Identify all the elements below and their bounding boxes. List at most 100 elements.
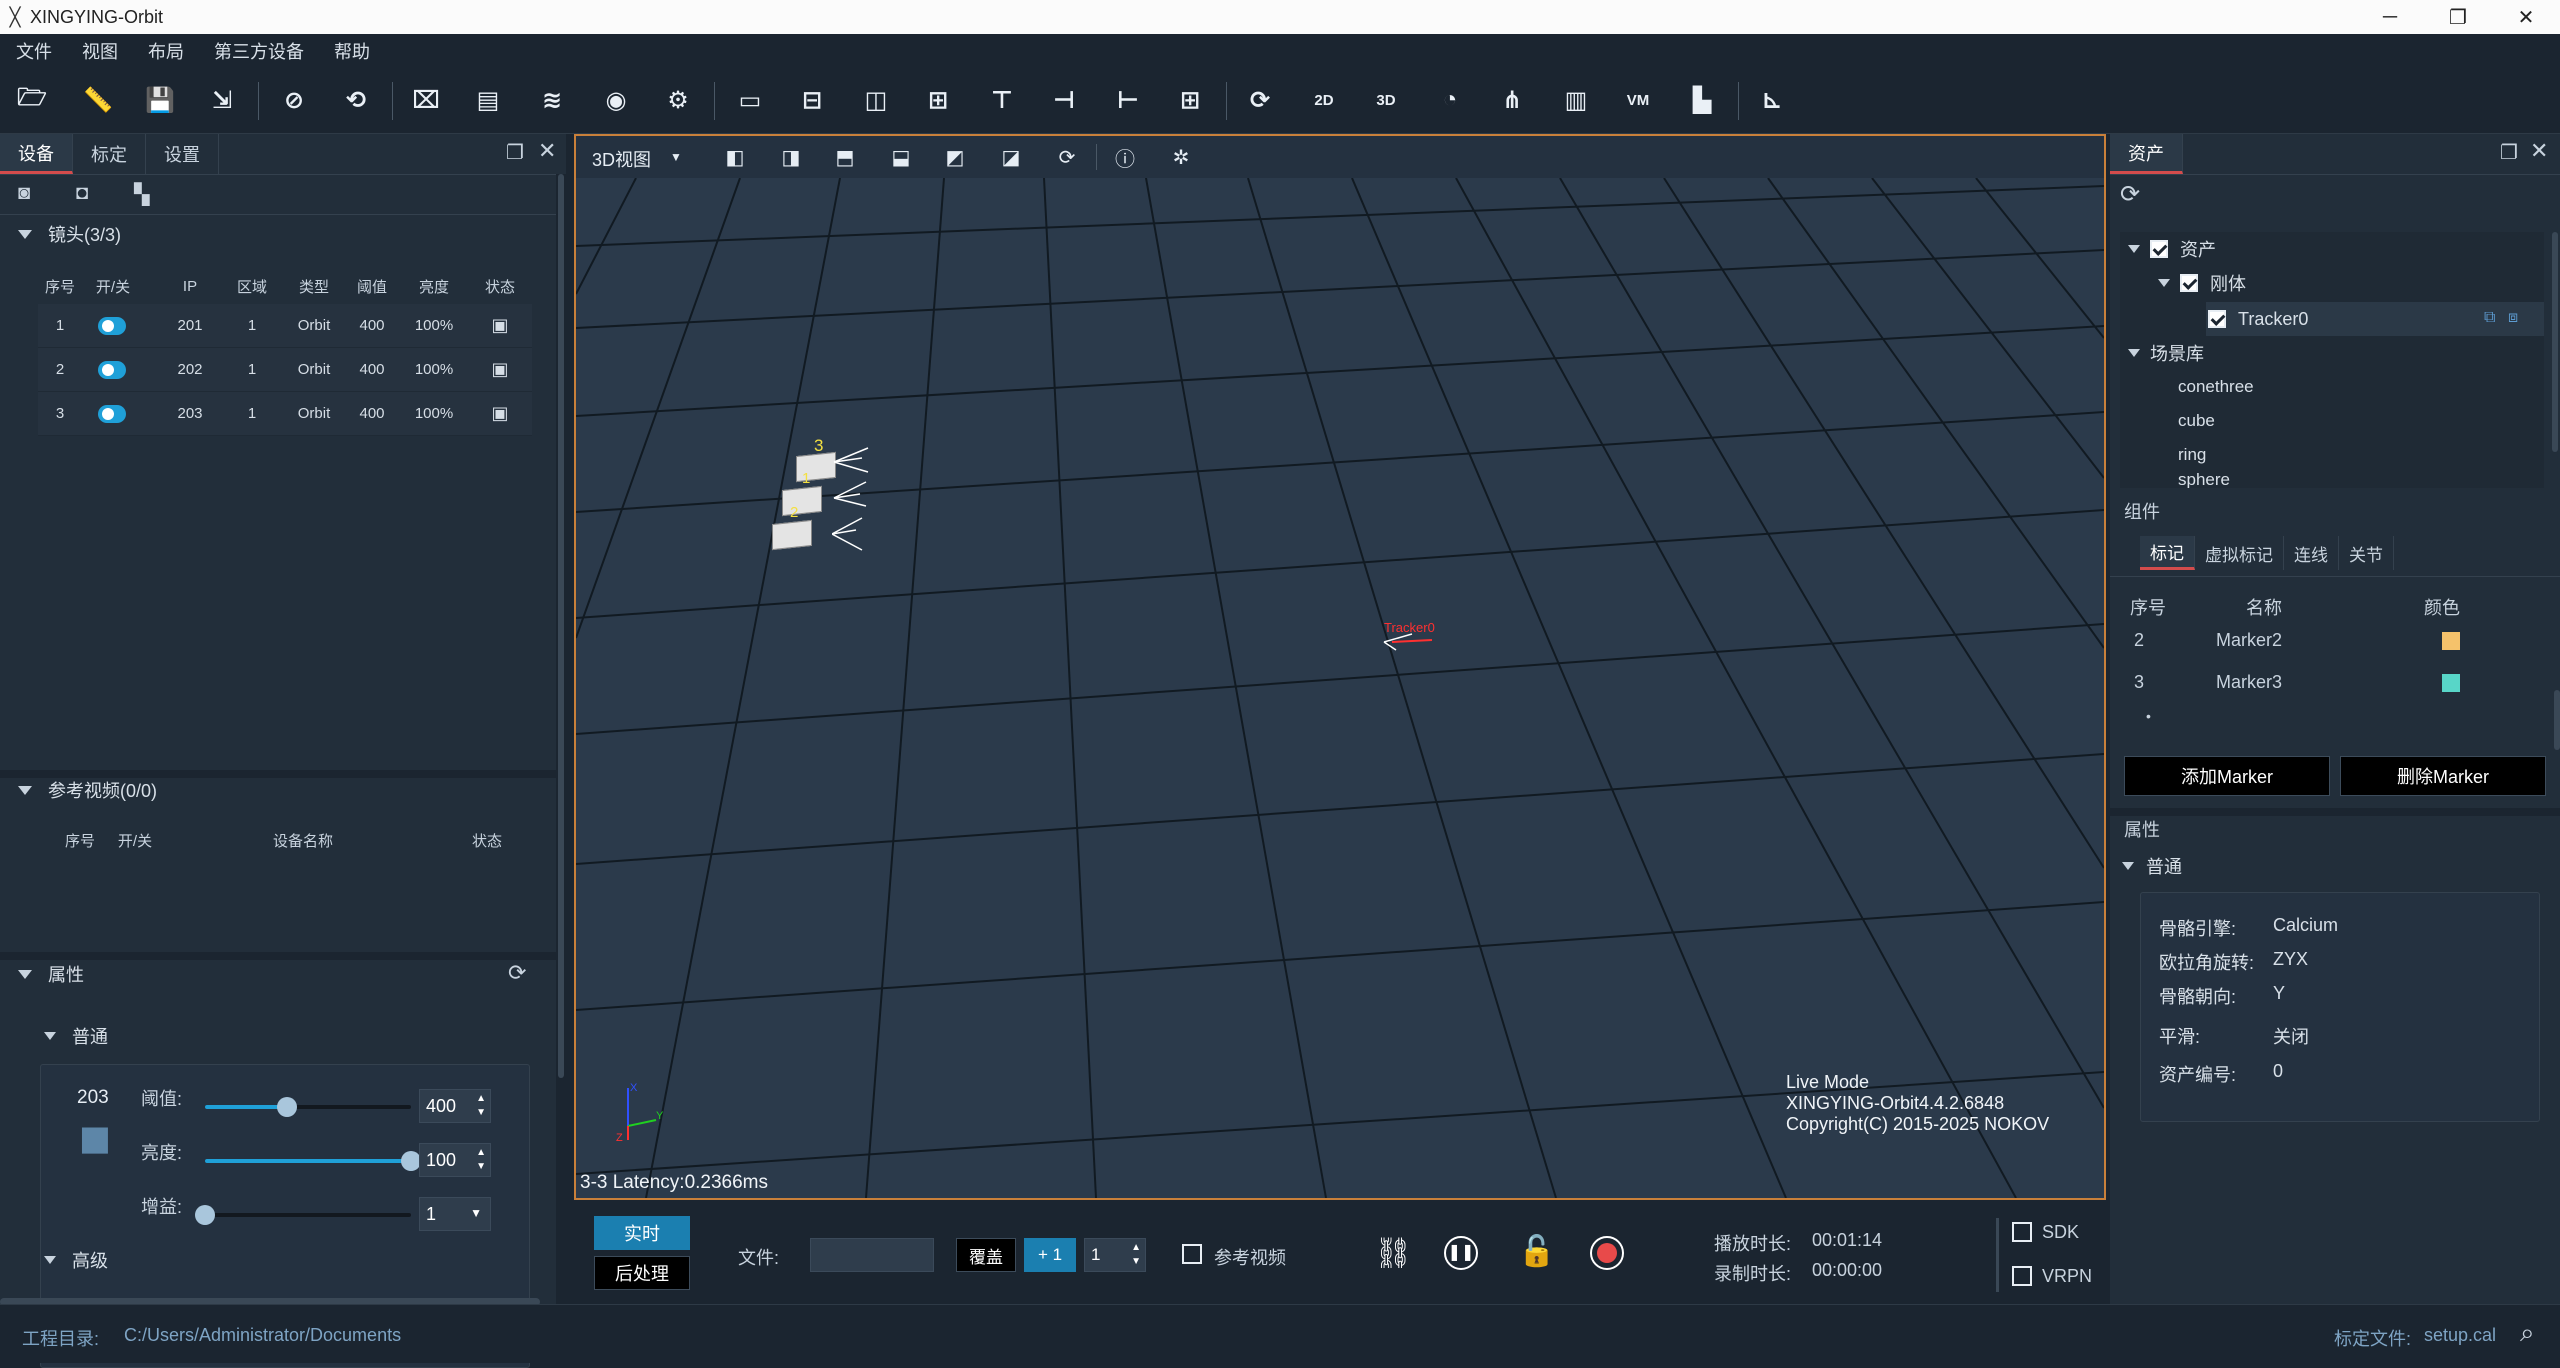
minimize-button[interactable]: ─ <box>2356 0 2424 34</box>
advanced-section-header[interactable]: 高级 <box>26 1242 108 1278</box>
graph-icon[interactable]: ⋔ <box>1494 82 1530 118</box>
tree-node-scene-item[interactable]: sphere <box>2178 470 2230 488</box>
save-icon[interactable]: 💾 <box>142 82 178 118</box>
close-button[interactable]: ✕ <box>2492 0 2560 34</box>
menu-file[interactable]: 文件 <box>16 38 52 64</box>
view-back-icon[interactable]: ◨ <box>776 144 806 170</box>
rigid-checkbox[interactable] <box>2180 274 2198 292</box>
layout-split-v-icon[interactable]: ◫ <box>858 82 894 118</box>
overwrite-button[interactable]: 覆盖 <box>956 1238 1016 1272</box>
chevron-down-icon[interactable]: ▼ <box>470 1206 482 1220</box>
tab-calibration[interactable]: 标定 <box>73 134 146 174</box>
marker-row[interactable]: 2 Marker2 <box>2120 620 2550 660</box>
general-section-header[interactable]: 普通 <box>2112 848 2182 884</box>
tab-assets[interactable]: 资产 <box>2110 134 2183 174</box>
tree-node-rigid[interactable]: 刚体 <box>2150 266 2246 300</box>
record-icon[interactable] <box>1590 1236 1624 1270</box>
step-spinbox[interactable]: 1 ▲ ▼ <box>1084 1238 1146 1272</box>
layout-grid-d-icon[interactable]: ⊢ <box>1110 82 1146 118</box>
brightness-slider[interactable] <box>205 1151 421 1171</box>
threshold-spinbox[interactable]: 400 ▲ ▼ <box>419 1089 491 1123</box>
layers-icon[interactable]: ≋ <box>534 82 570 118</box>
tree-node-assets[interactable]: 资产 <box>2120 232 2216 266</box>
prop-value[interactable]: 0 <box>2273 1061 2283 1082</box>
effects-icon[interactable]: ✲ <box>1166 144 1196 170</box>
scene-camera-2[interactable] <box>772 519 812 551</box>
float-panel-icon[interactable]: ❐ <box>506 140 524 165</box>
assets-checkbox[interactable] <box>2150 240 2168 258</box>
pause-icon[interactable]: ❚❚ <box>1444 1236 1478 1270</box>
slider-knob[interactable] <box>401 1151 421 1171</box>
realtime-button[interactable]: 实时 <box>594 1216 690 1250</box>
marker-scrollbar[interactable] <box>2554 690 2560 750</box>
view-2d-icon[interactable]: 2D <box>1306 82 1342 118</box>
tree-node-scene-item[interactable]: cube <box>2178 404 2215 438</box>
layout-grid-c-icon[interactable]: ⊣ <box>1046 82 1082 118</box>
camera-status-icon[interactable]: ▣ <box>484 403 516 424</box>
vertical-scrollbar[interactable] <box>558 174 564 1078</box>
tab-joints[interactable]: 关节 <box>2339 536 2394 570</box>
marker-color-swatch[interactable] <box>2442 632 2460 650</box>
threshold-slider[interactable] <box>205 1097 411 1117</box>
tree-node-scene-item[interactable]: ring <box>2178 438 2206 472</box>
rotate-device-icon[interactable]: ⟲ <box>338 82 374 118</box>
wireless-icon[interactable]: ◉ <box>598 82 634 118</box>
file-input[interactable] <box>810 1238 934 1272</box>
video-camera-icon[interactable]: ◘ <box>76 182 88 205</box>
vm-icon[interactable]: VM <box>1620 82 1656 118</box>
scene-camera-1[interactable] <box>782 485 822 517</box>
tab-markers[interactable]: 标记 <box>2140 536 2195 570</box>
close-panel-icon[interactable]: ✕ <box>538 138 556 164</box>
vrpn-checkbox[interactable] <box>2012 1266 2032 1286</box>
add-marker-button[interactable]: 添加Marker <box>2124 756 2330 796</box>
marker-color-swatch[interactable] <box>2442 674 2460 692</box>
unlock-icon[interactable]: 🔓 <box>1518 1234 1555 1269</box>
prop-value[interactable]: Y <box>2273 983 2285 1004</box>
tab-links[interactable]: 连线 <box>2284 536 2339 570</box>
camera-toggle[interactable] <box>98 405 128 423</box>
search-file-icon[interactable]: ⌕ <box>2520 1317 2535 1349</box>
camera-status-icon[interactable]: ▣ <box>484 359 516 380</box>
layout-grid-a-icon[interactable]: ⊞ <box>920 82 956 118</box>
tree-node-tracker[interactable]: Tracker0 ⧉ ⧈ <box>2206 302 2544 336</box>
bar-chart-icon[interactable]: ▥ <box>1558 82 1594 118</box>
sdk-checkbox[interactable] <box>2012 1222 2032 1242</box>
tab-settings[interactable]: 设置 <box>146 134 219 174</box>
postprocess-button[interactable]: 后处理 <box>594 1256 690 1290</box>
view-bottom-icon[interactable]: ⬓ <box>886 144 916 170</box>
spin-arrows-icon[interactable]: ▲ ▼ <box>1131 1241 1141 1269</box>
camera-refresh-icon[interactable]: ⟳ <box>1242 82 1278 118</box>
hide-icon[interactable]: ⊘ <box>276 82 312 118</box>
refresh-icon[interactable]: ⟳ <box>508 960 526 986</box>
refresh-icon[interactable]: ⟳ <box>2120 180 2140 209</box>
spin-arrows-icon[interactable]: ▲ ▼ <box>476 1092 486 1120</box>
chevron-down-icon[interactable]: ▼ <box>670 150 682 164</box>
table-row[interactable]: 3 203 1 Orbit 400 100% ▣ <box>38 392 532 436</box>
book-icon[interactable]: ▚ <box>134 182 149 207</box>
tree-node-scene[interactable]: 场景库 <box>2120 336 2204 370</box>
camera-toggle[interactable] <box>98 361 128 379</box>
3d-viewport[interactable]: 3D视图 ▼ ◧ ◨ ⬒ ⬓ ◩ ◪ ⟳ ⓘ ✲ 3 1 2 Tracker0 … <box>574 134 2106 1200</box>
layout-quad-icon[interactable]: ⊞ <box>1172 82 1208 118</box>
link-icon[interactable]: ⛓ <box>1374 1236 1412 1271</box>
save-as-icon[interactable]: ⇲ <box>204 82 240 118</box>
gain-select[interactable]: 1 ▼ <box>419 1197 491 1231</box>
prop-value[interactable]: ZYX <box>2273 949 2308 970</box>
camera-status-icon[interactable]: ▣ <box>484 315 516 336</box>
gain-slider[interactable] <box>195 1205 411 1225</box>
menu-layout[interactable]: 布局 <box>148 38 184 64</box>
view-top-icon[interactable]: ⬒ <box>830 144 860 170</box>
layout-split-h-icon[interactable]: ⊟ <box>794 82 830 118</box>
settings-icon[interactable]: ⚙ <box>660 82 696 118</box>
restore-button[interactable]: ❐ <box>2424 0 2492 34</box>
axis-icon[interactable]: ⊾ <box>1754 82 1790 118</box>
gauge-icon[interactable]: ◔ <box>1432 82 1468 118</box>
rigid-config-icon[interactable]: ⧈ <box>2508 309 2518 327</box>
close-panel-icon[interactable]: ✕ <box>2530 138 2548 164</box>
tracker-checkbox[interactable] <box>2208 310 2226 328</box>
tab-virtual-markers[interactable]: 虚拟标记 <box>2195 536 2284 570</box>
file-icon[interactable]: ▙ <box>1684 82 1720 118</box>
rigid-copy-icon[interactable]: ⧉ <box>2484 309 2495 327</box>
view-right-icon[interactable]: ◪ <box>996 144 1026 170</box>
camera-off-icon[interactable]: ⌧ <box>408 82 444 118</box>
